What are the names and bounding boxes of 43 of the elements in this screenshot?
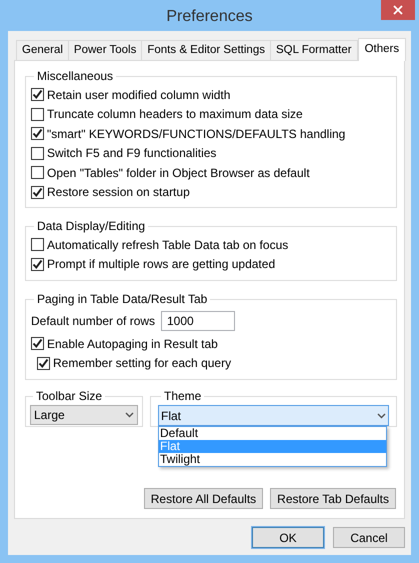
- checkbox[interactable]: [31, 88, 44, 102]
- tab[interactable]: SQL Formatter: [270, 40, 358, 60]
- field-label: Default number of rows: [31, 313, 156, 330]
- checkbox[interactable]: [31, 166, 44, 180]
- caret-icon: [125, 412, 134, 418]
- dropdown-option[interactable]: Default: [159, 427, 386, 440]
- group-title: Miscellaneous: [36, 68, 114, 85]
- checkbox-label[interactable]: Open "Tables" folder in Object Browser as default: [47, 164, 310, 182]
- checkbox-label[interactable]: Enable Autopaging in Result tab: [47, 334, 218, 353]
- tab[interactable]: General: [16, 40, 69, 60]
- checkbox[interactable]: [31, 127, 44, 140]
- dialog-button[interactable]: Cancel: [333, 527, 405, 548]
- checkbox[interactable]: [31, 186, 44, 199]
- checkbox-label[interactable]: "smart" KEYWORDS/FUNCTIONS/DEFAULTS handling: [47, 124, 346, 143]
- restore-button[interactable]: Restore Tab Defaults: [270, 488, 396, 509]
- checkbox[interactable]: [37, 356, 50, 370]
- checkbox-label[interactable]: Truncate column headers to maximum data size: [47, 105, 303, 124]
- close-icon: [393, 5, 403, 15]
- dropdown-option[interactable]: Twilight: [159, 453, 386, 466]
- checkbox-label[interactable]: Automatically refresh Table Data tab on focus: [47, 236, 288, 254]
- theme-dropdown[interactable]: Flat: [158, 405, 389, 426]
- checkbox[interactable]: [31, 258, 44, 271]
- tab[interactable]: Others: [358, 38, 406, 61]
- number-field[interactable]: 1000: [161, 311, 235, 331]
- checkbox[interactable]: [31, 337, 44, 350]
- caret-icon: [377, 412, 386, 418]
- checkbox-label[interactable]: Restore session on startup: [47, 183, 190, 202]
- checkbox[interactable]: [31, 108, 44, 121]
- group-title: Data Display/Editing: [36, 218, 146, 235]
- restore-button[interactable]: Restore All Defaults: [144, 488, 264, 509]
- checkbox-label[interactable]: Switch F5 and F9 functionalities: [47, 144, 216, 162]
- checkbox-label[interactable]: Retain user modified column width: [47, 86, 230, 104]
- checkbox[interactable]: [31, 146, 44, 160]
- toolbar-size-dropdown[interactable]: Large: [30, 405, 138, 425]
- group-title: Theme: [163, 388, 202, 405]
- checkbox-label[interactable]: Remember setting for each query: [53, 354, 232, 372]
- dialog-button[interactable]: OK: [252, 527, 324, 548]
- close-button[interactable]: [381, 0, 415, 20]
- group-title: Paging in Table Data/Result Tab: [36, 291, 208, 308]
- group-title: Toolbar Size: [35, 388, 104, 405]
- checkbox[interactable]: [31, 238, 44, 252]
- window-title: Preferences: [166, 6, 253, 26]
- checkbox-label[interactable]: Prompt if multiple rows are getting updated: [47, 255, 276, 274]
